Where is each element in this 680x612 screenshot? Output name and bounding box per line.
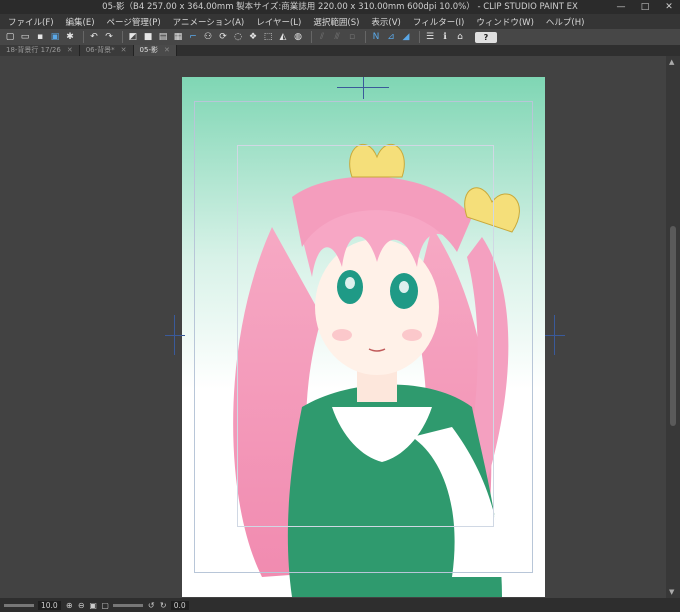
- actual-size-icon[interactable]: ▢: [101, 601, 110, 610]
- window-controls: — □ ✕: [614, 0, 676, 14]
- menu-animation[interactable]: アニメーション(A): [167, 16, 251, 28]
- snap-ruler-icon[interactable]: ⫽: [316, 31, 328, 43]
- safe-area-guide: [237, 145, 494, 527]
- scrollbar-thumb[interactable]: [670, 226, 676, 426]
- rotate-right-icon[interactable]: ↻: [159, 601, 168, 610]
- title-bar: 05-影（B4 257.00 x 364.00mm 製本サイズ:商業誌用 220…: [0, 0, 680, 14]
- help-button[interactable]: ?: [475, 31, 497, 43]
- close-icon[interactable]: ✕: [121, 45, 127, 56]
- zoom-out-icon[interactable]: ⊖: [77, 601, 86, 610]
- vertical-scrollbar[interactable]: ▲ ▼: [666, 56, 680, 598]
- tab-document-05[interactable]: 05-影 ✕: [133, 45, 177, 56]
- snap-icon[interactable]: ❖: [247, 31, 259, 43]
- tab-label: 06-背景*: [85, 46, 115, 54]
- menu-layer[interactable]: レイヤー(L): [250, 16, 307, 28]
- scroll-up-icon[interactable]: ▲: [669, 58, 674, 66]
- snap-grid-icon[interactable]: ▫: [346, 31, 358, 43]
- minimize-button[interactable]: —: [614, 0, 628, 14]
- maximize-button[interactable]: □: [638, 0, 652, 14]
- rotation-value[interactable]: 0.0: [170, 600, 189, 610]
- tab-document-18[interactable]: 18-背景行 17/26 ✕: [0, 45, 80, 56]
- command-bar: ▢ ▭ ▪ ▣ ✱ ↶ ↷ ◩ ■ ▤ ▦ ⌐ ⚇ ⟳ ◌ ❖ ⬚ ◭ ◍ ⫽ …: [0, 29, 680, 45]
- window-title: 05-影（B4 257.00 x 364.00mm 製本サイズ:商業誌用 220…: [102, 2, 578, 12]
- close-icon[interactable]: ✕: [67, 45, 73, 56]
- open-file-icon[interactable]: ▭: [19, 31, 31, 43]
- fill-icon[interactable]: ■: [142, 31, 154, 43]
- zoom-in-icon[interactable]: ⊕: [65, 601, 74, 610]
- crop-mark: [337, 87, 389, 88]
- menu-view[interactable]: 表示(V): [365, 16, 406, 28]
- toolbar-divider: [83, 31, 84, 43]
- crop-mark: [554, 315, 555, 355]
- eyedropper-icon[interactable]: ◍: [292, 31, 304, 43]
- ruler-icon[interactable]: ⌐: [187, 31, 199, 43]
- toolbar-divider: [311, 31, 312, 43]
- redo-icon[interactable]: ↷: [103, 31, 115, 43]
- document-tabs: 18-背景行 17/26 ✕ 06-背景* ✕ 05-影 ✕: [0, 45, 680, 56]
- rotate-icon[interactable]: ⟳: [217, 31, 229, 43]
- toolbar-divider: [419, 31, 420, 43]
- crop-mark: [545, 335, 565, 336]
- rotate-slider[interactable]: [112, 603, 143, 607]
- shape-ruler-icon[interactable]: ◢: [400, 31, 412, 43]
- transform-icon[interactable]: ⚇: [202, 31, 214, 43]
- list-icon[interactable]: ☰: [424, 31, 436, 43]
- menu-file[interactable]: ファイル(F): [0, 16, 60, 28]
- rotate-left-icon[interactable]: ↺: [147, 601, 156, 610]
- toolbar-divider: [122, 31, 123, 43]
- snap-special-ruler-icon[interactable]: ⫻: [331, 31, 343, 43]
- undo-icon[interactable]: ↶: [88, 31, 100, 43]
- close-button[interactable]: ✕: [662, 0, 676, 14]
- export-icon[interactable]: ▣: [49, 31, 61, 43]
- select-area-icon[interactable]: ⬚: [262, 31, 274, 43]
- toolbar-divider: [365, 31, 366, 43]
- crop-mark: [174, 315, 175, 355]
- grid-icon[interactable]: ▦: [172, 31, 184, 43]
- menu-filter[interactable]: フィルター(I): [407, 16, 470, 28]
- fit-window-icon[interactable]: ▣: [89, 601, 98, 610]
- crop-mark: [165, 335, 185, 336]
- crop-mark: [363, 77, 364, 99]
- scroll-down-icon[interactable]: ▼: [669, 588, 674, 596]
- menu-edit[interactable]: 編集(E): [60, 16, 101, 28]
- lasso-icon[interactable]: ◌: [232, 31, 244, 43]
- menu-window[interactable]: ウィンドウ(W): [470, 16, 540, 28]
- zoom-slider[interactable]: [4, 603, 34, 607]
- canvas-paper[interactable]: [182, 77, 545, 597]
- close-icon[interactable]: ✕: [164, 45, 170, 56]
- home-icon[interactable]: ⌂: [454, 31, 466, 43]
- bucket-icon[interactable]: ◭: [277, 31, 289, 43]
- clear-icon[interactable]: ◩: [127, 31, 139, 43]
- menu-help[interactable]: ヘルプ(H): [540, 16, 591, 28]
- curve-ruler-icon[interactable]: ⊿: [385, 31, 397, 43]
- status-bar: 10.0 ⊕ ⊖ ▣ ▢ ↺ ↻ 0.0: [0, 598, 680, 612]
- new-file-icon[interactable]: ▢: [4, 31, 16, 43]
- menu-page-management[interactable]: ページ管理(P): [101, 16, 167, 28]
- settings-icon[interactable]: ✱: [64, 31, 76, 43]
- menu-bar: ファイル(F) 編集(E) ページ管理(P) アニメーション(A) レイヤー(L…: [0, 14, 680, 29]
- zoom-value[interactable]: 10.0: [38, 600, 61, 610]
- save-icon[interactable]: ▪: [34, 31, 46, 43]
- tab-label: 05-影: [139, 46, 158, 54]
- menu-selection[interactable]: 選択範囲(S): [307, 16, 365, 28]
- perspective-ruler-icon[interactable]: N: [370, 31, 382, 43]
- info-icon[interactable]: ℹ: [439, 31, 451, 43]
- tab-label: 18-背景行 17/26: [6, 46, 61, 54]
- print-icon[interactable]: ▤: [157, 31, 169, 43]
- tab-document-06[interactable]: 06-背景* ✕: [79, 45, 134, 56]
